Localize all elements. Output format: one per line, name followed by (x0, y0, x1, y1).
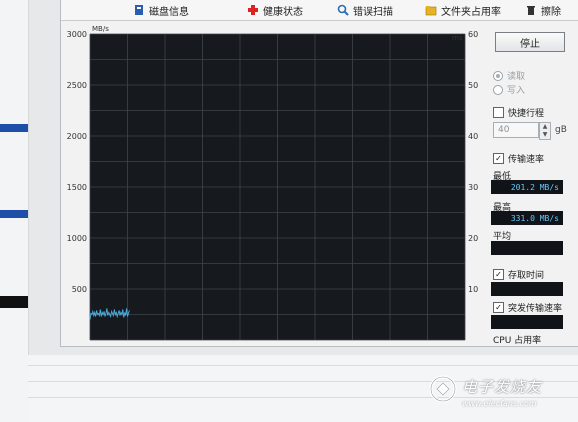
y-left-tick-label: 2000 (67, 132, 87, 141)
tab-health[interactable]: 健康状态 (247, 2, 303, 18)
watermark-url: www.elecfans.com (462, 399, 537, 408)
disk-info-icon (133, 4, 145, 16)
burst-rate-checkbox[interactable]: ✓ (493, 302, 504, 313)
tab-error-scan[interactable]: 错误扫描 (337, 2, 393, 18)
background-blue-bar (0, 124, 28, 132)
tab-label: 健康状态 (263, 6, 303, 18)
y-right-tick-label: 50 (468, 81, 478, 90)
quick-stroke-label: 快捷行程 (508, 109, 545, 119)
y-left-tick-label: 3000 (67, 30, 87, 39)
access-time-readout (491, 282, 563, 296)
background-black-bar (0, 296, 28, 308)
y-left-tick-label: 1000 (67, 234, 87, 243)
cpu-usage-label: CPU 占用率 (493, 336, 542, 346)
stepper-down-icon[interactable]: ▼ (540, 131, 550, 139)
transfer-rate-label: 传输速率 (508, 155, 545, 165)
benchmark-chart: 500 1000 1500 2000 2500 3000 10 20 30 40 50 60 MB/… (61, 20, 485, 346)
y-left-tick-label: 1500 (67, 183, 87, 192)
y-right-tick-label: 60 (468, 30, 478, 39)
burst-rate-readout (491, 315, 563, 329)
stop-button[interactable]: 停止 (495, 32, 565, 52)
avg-rate-readout (491, 241, 563, 255)
quick-stroke-checkbox[interactable] (493, 107, 504, 118)
tab-disk-info[interactable]: 磁盘信息 (133, 2, 189, 18)
y-left-axis-label: MB/s (92, 25, 109, 33)
background-blue-bar (0, 210, 28, 218)
chart-svg: 500 1000 1500 2000 2500 3000 10 20 30 40 50 60 MB/… (67, 25, 478, 341)
stroke-size-input[interactable]: 40 (493, 122, 539, 138)
burst-rate-option[interactable]: ✓ 突发传输速率 (493, 301, 562, 314)
y-right-axis-label: ms (452, 34, 463, 42)
stroke-unit: gB (555, 125, 567, 135)
watermark-brand: 电子发烧友 (462, 378, 543, 396)
tab-label: 磁盘信息 (149, 6, 189, 18)
trash-icon (525, 4, 537, 16)
health-cross-icon (247, 4, 259, 16)
stroke-size-value: 40 (498, 125, 510, 135)
transfer-rate-option[interactable]: ✓ 传输速率 (493, 152, 544, 165)
read-label: 读取 (507, 72, 526, 82)
tab-label: 文件夹占用率 (441, 6, 501, 18)
y-right-tick-label: 20 (468, 234, 478, 243)
folder-icon (425, 4, 437, 16)
read-radio-option[interactable]: 读取 (493, 69, 525, 82)
y-right-tick-label: 10 (468, 285, 478, 294)
stepper-up-icon[interactable]: ▲ (540, 123, 550, 131)
access-time-checkbox[interactable]: ✓ (493, 269, 504, 280)
y-right-tick-label: 40 (468, 132, 478, 141)
write-label: 写入 (507, 86, 526, 96)
y-left-tick-label: 500 (72, 285, 87, 294)
burst-rate-label: 突发传输速率 (508, 304, 563, 314)
control-panel: 停止 读取 写入 快捷行程 40 ▲ ▼ gB ✓ 传输速率 最低 201.2 M… (487, 20, 578, 346)
tab-folder-usage[interactable]: 文件夹占用率 (425, 2, 501, 18)
max-rate-readout: 331.0 MB/s (491, 211, 563, 225)
transfer-rate-checkbox[interactable]: ✓ (493, 153, 504, 164)
access-time-option[interactable]: ✓ 存取时间 (493, 268, 544, 281)
write-radio[interactable] (493, 84, 503, 95)
y-left-tick-label: 2500 (67, 81, 87, 90)
stroke-size-stepper[interactable]: ▲ ▼ (539, 122, 551, 140)
watermark: 电子发烧友 www.elecfans.com (428, 372, 578, 416)
hdtune-window: 磁盘信息 健康状态 错误扫描 文件夹占用率 擦除 500 1000 1500 2… (60, 0, 578, 347)
y-right-tick-label: 30 (468, 183, 478, 192)
min-rate-readout: 201.2 MB/s (491, 180, 563, 194)
elecfans-logo-icon (429, 375, 457, 403)
read-radio[interactable] (493, 70, 503, 81)
tab-label: 错误扫描 (353, 6, 393, 18)
tab-bar: 磁盘信息 健康状态 错误扫描 文件夹占用率 擦除 (61, 0, 578, 21)
magnifier-icon (337, 4, 349, 16)
tab-label: 擦除 (541, 6, 561, 18)
access-time-label: 存取时间 (508, 271, 545, 281)
write-radio-option[interactable]: 写入 (493, 83, 525, 96)
tab-erase[interactable]: 擦除 (525, 2, 561, 18)
background-window-edge (0, 0, 29, 422)
quick-stroke-option[interactable]: 快捷行程 (493, 106, 544, 119)
